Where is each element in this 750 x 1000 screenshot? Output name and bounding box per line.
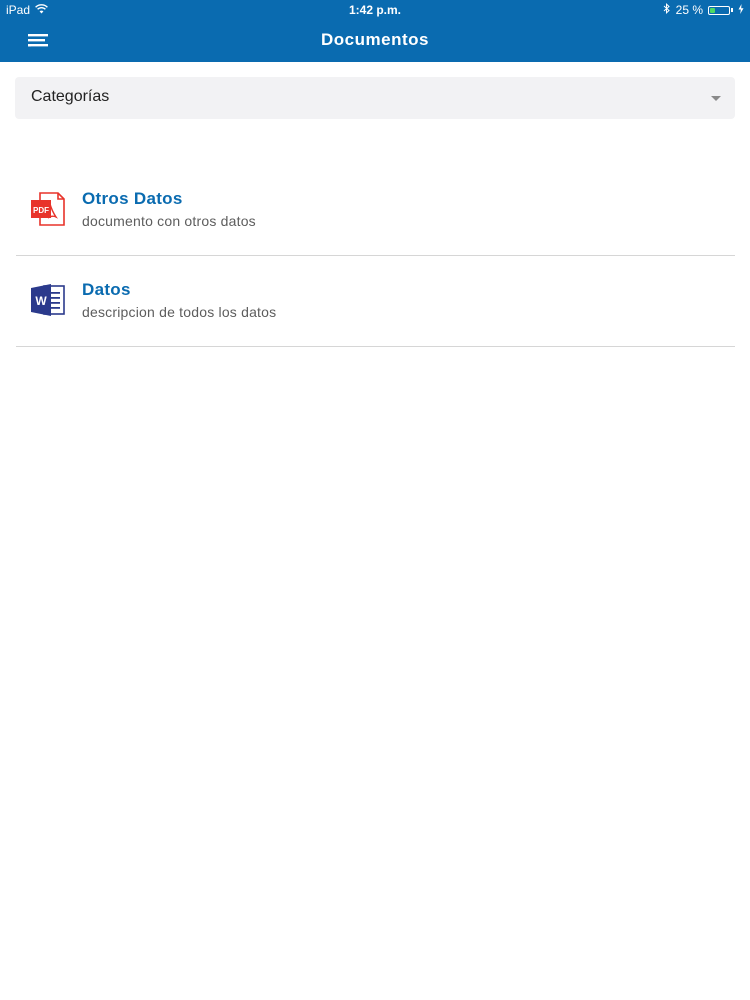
battery-tip bbox=[731, 8, 733, 12]
app-root: iPad 1:42 p.m. 25 % Documentos Categoría… bbox=[0, 0, 750, 1000]
document-list: PDF Otros Datos documento con otros dato… bbox=[16, 165, 735, 347]
pdf-file-icon: PDF bbox=[30, 191, 66, 227]
pdf-icon-text: PDF bbox=[33, 206, 49, 215]
status-bar: iPad 1:42 p.m. 25 % bbox=[0, 0, 750, 20]
battery-icon bbox=[708, 5, 730, 15]
battery-level bbox=[710, 7, 715, 13]
category-dropdown[interactable]: Categorías bbox=[15, 77, 735, 119]
document-description: documento con otros datos bbox=[82, 213, 256, 229]
category-dropdown-label: Categorías bbox=[31, 88, 110, 105]
charging-icon bbox=[738, 3, 744, 17]
document-description: descripcion de todos los datos bbox=[82, 304, 277, 320]
bluetooth-icon bbox=[663, 3, 671, 17]
document-title: Otros Datos bbox=[82, 189, 183, 208]
chevron-down-icon bbox=[711, 96, 721, 101]
document-item-otros-datos[interactable]: PDF Otros Datos documento con otros dato… bbox=[16, 165, 735, 256]
battery-percent: 25 % bbox=[675, 3, 703, 17]
page-title: Documentos bbox=[321, 30, 429, 49]
nav-bar: Documentos bbox=[0, 20, 750, 62]
word-file-icon: W bbox=[30, 282, 66, 318]
document-title: Datos bbox=[82, 280, 131, 299]
top-bar: iPad 1:42 p.m. 25 % Documentos bbox=[0, 0, 750, 62]
status-time: 1:42 p.m. bbox=[348, 3, 402, 17]
document-item-datos[interactable]: W Datos descripcion de todos los datos bbox=[16, 256, 735, 347]
status-right: 25 % bbox=[663, 3, 744, 17]
word-icon-text: W bbox=[35, 294, 47, 308]
